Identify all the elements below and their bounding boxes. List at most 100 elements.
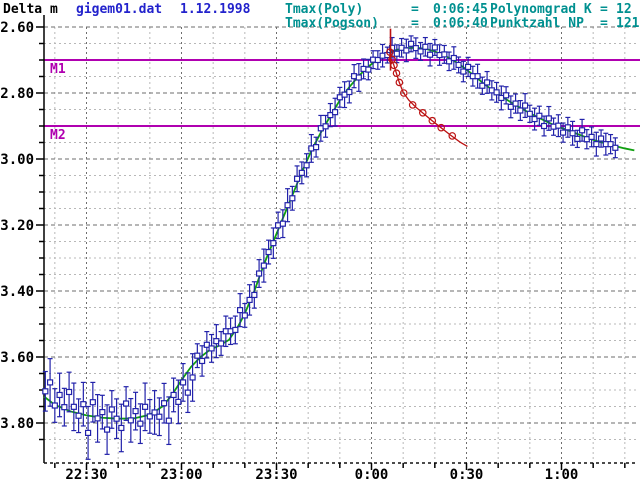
- data-point: [62, 405, 67, 410]
- data-point: [513, 101, 518, 106]
- data-point: [570, 131, 575, 136]
- file-date-label: 1.12.1998: [180, 2, 251, 17]
- x-tick-label: 0:00: [355, 467, 389, 480]
- data-point: [71, 404, 76, 409]
- data-point: [423, 44, 428, 49]
- data-point: [518, 108, 523, 113]
- data-point: [314, 145, 319, 150]
- data-point: [57, 392, 62, 397]
- data-point: [456, 62, 461, 67]
- data-point: [323, 124, 328, 129]
- tmax-pogson-value: 0:06:40: [433, 16, 488, 31]
- data-point: [238, 308, 243, 313]
- x-tick-label: 22:30: [65, 467, 107, 480]
- data-point: [347, 90, 352, 95]
- data-point: [466, 64, 471, 69]
- data-point: [485, 80, 490, 85]
- data-point: [171, 392, 176, 397]
- data-point: [143, 404, 148, 409]
- reference-label-m1: M1: [50, 62, 66, 77]
- data-point: [185, 390, 190, 395]
- x-tick-label: 23:00: [160, 467, 202, 480]
- tmax-pogson-label: Tmax(Pogson): [285, 16, 379, 31]
- data-point: [100, 410, 105, 415]
- data-point: [252, 292, 257, 297]
- data-point: [247, 297, 252, 302]
- data-point: [575, 136, 580, 141]
- data-point: [261, 263, 266, 268]
- data-point: [166, 418, 171, 423]
- data-point: [133, 409, 138, 414]
- data-point: [394, 51, 399, 56]
- data-point: [523, 103, 528, 108]
- x-tick-label: 1:00: [545, 467, 579, 480]
- y-axis-title: Delta m: [3, 2, 58, 17]
- data-point: [195, 353, 200, 358]
- x-tick-label: 0:30: [450, 467, 484, 480]
- data-point: [181, 380, 186, 385]
- data-point: [257, 271, 262, 276]
- data-point: [527, 111, 532, 116]
- data-point: [366, 67, 371, 72]
- polygrad-equals: =: [600, 2, 608, 17]
- data-point: [280, 221, 285, 226]
- data-point: [200, 358, 205, 363]
- data-point: [76, 413, 81, 418]
- data-point: [271, 241, 276, 246]
- punktzahl-equals: =: [600, 16, 608, 31]
- tmax-poly-value: 0:06:45: [433, 2, 488, 17]
- plot-area: M1M22.602.803.003.203.403.603.8022:3023:…: [0, 15, 640, 480]
- data-point: [105, 427, 110, 432]
- y-tick-label: 3.60: [0, 350, 34, 366]
- data-point: [299, 170, 304, 175]
- data-point: [290, 196, 295, 201]
- data-point: [565, 125, 570, 130]
- data-point: [48, 380, 53, 385]
- polynomial-fit-curve: [44, 48, 634, 419]
- data-point: [209, 346, 214, 351]
- data-point: [52, 403, 57, 408]
- data-point: [114, 416, 119, 421]
- data-point: [442, 52, 447, 57]
- data-point: [304, 163, 309, 168]
- data-point: [81, 402, 86, 407]
- data-point: [561, 130, 566, 135]
- data-point: [504, 93, 509, 98]
- data-point: [542, 124, 547, 129]
- filename-label: gigem01.dat: [76, 2, 162, 17]
- data-point: [475, 74, 480, 79]
- punktzahl-label: Punktzahl NP: [490, 16, 584, 31]
- data-point: [138, 421, 143, 426]
- data-point: [162, 401, 167, 406]
- data-point: [43, 389, 48, 394]
- data-point: [356, 75, 361, 80]
- data-point: [556, 123, 561, 128]
- data-point: [404, 48, 409, 53]
- data-point: [594, 142, 599, 147]
- header-row: Delta m gigem01.dat 1.12.1998 Tmax(Poly)…: [3, 2, 640, 31]
- data-point: [494, 90, 499, 95]
- data-point: [546, 116, 551, 121]
- data-point: [428, 52, 433, 57]
- data-point: [432, 45, 437, 50]
- data-point: [124, 401, 129, 406]
- data-point: [295, 176, 300, 181]
- data-point: [589, 134, 594, 139]
- data-point: [90, 400, 95, 405]
- data-point: [266, 250, 271, 255]
- tmax-poly-equals: =: [411, 2, 419, 17]
- y-tick-label: 3.00: [0, 152, 34, 168]
- data-point: [613, 145, 618, 150]
- data-point: [176, 399, 181, 404]
- data-point: [190, 375, 195, 380]
- data-point: [233, 327, 238, 332]
- polygrad-value: 12: [616, 2, 632, 17]
- y-tick-label: 2.80: [0, 86, 34, 102]
- tmax-poly-label: Tmax(Poly): [285, 2, 363, 17]
- data-point: [119, 425, 124, 430]
- y-tick-label: 2.60: [0, 20, 34, 36]
- data-point: [128, 418, 133, 423]
- data-point: [157, 414, 162, 419]
- reference-label-m2: M2: [50, 128, 66, 143]
- light-curve-chart: M1M22.602.803.003.203.403.603.8022:3023:…: [0, 0, 640, 480]
